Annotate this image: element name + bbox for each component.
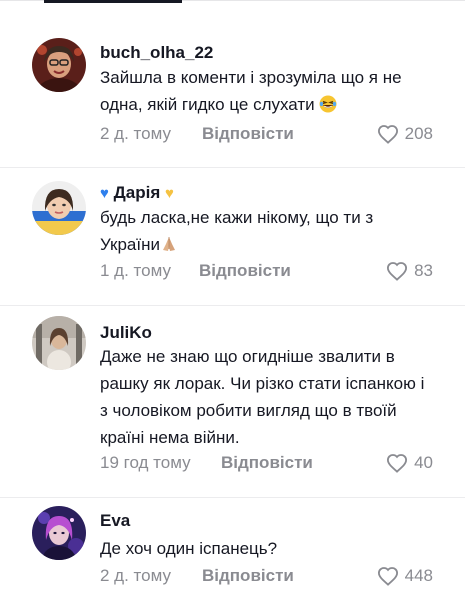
- comment-timestamp: 2 д. тому: [100, 566, 171, 585]
- comment-timestamp: 2 д. тому: [100, 124, 171, 143]
- blue-heart-icon: ♥: [100, 185, 109, 202]
- comment-text: Даже не знаю що огидніше звалити в рашку…: [100, 347, 425, 447]
- reply-button[interactable]: Відповісти: [199, 259, 291, 283]
- comment-item: ♥ Дарія ♥ будь ласка,не кажи нікому, що …: [0, 168, 465, 306]
- comment-author[interactable]: buch_olha_22: [100, 43, 213, 63]
- comment-author[interactable]: Eva: [100, 511, 130, 531]
- heart-outline-icon: [386, 453, 408, 473]
- comment-meta: 1 д. тому Відповісти 83: [100, 259, 433, 283]
- like-button[interactable]: 83: [386, 259, 433, 283]
- avatar[interactable]: [32, 316, 86, 370]
- reply-button[interactable]: Відповісти: [202, 564, 294, 588]
- like-count: 208: [404, 124, 433, 143]
- heart-outline-icon: [386, 261, 408, 281]
- comment-meta: 19 год тому Відповісти 40: [100, 451, 433, 475]
- avatar[interactable]: [32, 181, 86, 235]
- comment-meta: 2 д. тому Відповісти 448: [100, 564, 433, 588]
- reply-button[interactable]: Відповісти: [202, 122, 294, 146]
- yellow-heart-icon: ♥: [164, 185, 174, 202]
- comment-timestamp: 1 д. тому: [100, 261, 171, 280]
- avatar[interactable]: [32, 38, 86, 92]
- comment-text: будь ласка,не кажи нікому, що ти з Украї…: [100, 204, 430, 258]
- like-button[interactable]: 448: [377, 564, 433, 588]
- comment-item: buch_olha_22 Зайшла в коменти і зрозуміл…: [0, 0, 465, 168]
- reply-button[interactable]: Відповісти: [221, 451, 313, 475]
- like-count: 40: [414, 453, 433, 472]
- laughing-emoji-icon: [319, 94, 337, 113]
- comment-text-body: будь ласка,не кажи нікому, що ти з Украї…: [100, 208, 374, 254]
- heart-outline-icon: [377, 566, 399, 586]
- like-button[interactable]: 40: [386, 451, 433, 475]
- like-count: 83: [414, 261, 433, 280]
- comment-item: Eva Де хоч один іспанець? 2 д. тому Відп…: [0, 498, 465, 606]
- comment-item: JuliKo Даже не знаю що огидніше звалити …: [0, 306, 465, 498]
- like-count: 448: [404, 566, 433, 585]
- comment-text: Де хоч один іспанець?: [100, 539, 278, 558]
- like-button[interactable]: 208: [377, 122, 433, 146]
- comment-meta: 2 д. тому Відповісти 208: [100, 122, 433, 146]
- comment-text-body: Зайшла в коменти і зрозуміла що я не одн…: [100, 68, 402, 114]
- heart-outline-icon: [377, 124, 399, 144]
- praying-hands-emoji-icon: [160, 234, 178, 252]
- comment-author[interactable]: ♥ Дарія ♥: [100, 183, 174, 204]
- comment-timestamp: 19 год тому: [100, 453, 191, 472]
- avatar[interactable]: [32, 506, 86, 560]
- comment-author-name: Дарія: [113, 183, 161, 202]
- comment-text: Зайшла в коменти і зрозуміла що я не одн…: [100, 64, 430, 118]
- comment-author[interactable]: JuliKo: [100, 323, 152, 343]
